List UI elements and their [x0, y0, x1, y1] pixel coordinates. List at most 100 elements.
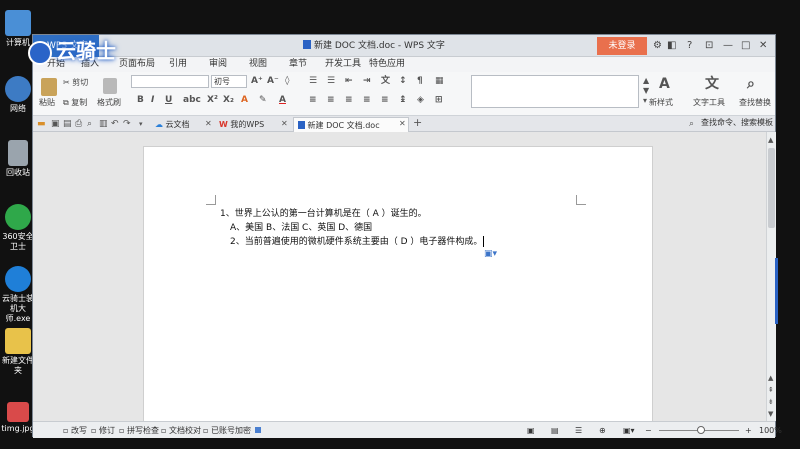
- format-painter-icon[interactable]: [103, 78, 117, 94]
- grow-font-icon[interactable]: A⁺: [251, 75, 263, 87]
- status-proofread[interactable]: ▫ 文档校对: [161, 422, 201, 439]
- highlight-icon[interactable]: ✎: [259, 94, 267, 106]
- underline-icon[interactable]: U: [165, 94, 172, 106]
- page-down-icon[interactable]: ⇟: [768, 396, 774, 408]
- desktop-icon-360[interactable]: 360安全卫士: [0, 204, 36, 252]
- find-replace-icon[interactable]: ⌕: [747, 77, 755, 91]
- tab-close-icon[interactable]: ✕: [399, 118, 406, 130]
- menu-developer[interactable]: 开发工具: [325, 57, 361, 72]
- status-encryption[interactable]: ▫ 已账号加密: [203, 422, 251, 439]
- settings-icon[interactable]: ⚙: [653, 35, 662, 57]
- increase-indent-icon[interactable]: ⇥: [363, 75, 371, 87]
- view-page-icon[interactable]: ▣: [527, 422, 535, 439]
- desktop-icon-network[interactable]: 网络: [0, 76, 36, 114]
- view-web-icon[interactable]: ⊕: [599, 422, 606, 439]
- macro-icon[interactable]: [255, 427, 261, 433]
- decrease-indent-icon[interactable]: ⇤: [345, 75, 353, 87]
- justify-icon[interactable]: ≡: [363, 94, 371, 106]
- save-icon[interactable]: ▣: [51, 118, 60, 130]
- save-as-icon[interactable]: ▤: [63, 118, 72, 130]
- borders-icon[interactable]: ▦: [435, 75, 444, 87]
- menu-view[interactable]: 视图: [249, 57, 267, 72]
- cut-button[interactable]: ✂ 剪切: [63, 78, 88, 88]
- maximize-button[interactable]: □: [741, 35, 750, 57]
- menu-chapter[interactable]: 章节: [289, 57, 307, 72]
- shading-icon[interactable]: ◈: [417, 94, 424, 106]
- font-name-select[interactable]: [131, 75, 209, 88]
- tab-close-icon[interactable]: ✕: [205, 118, 212, 130]
- text-tools-icon[interactable]: 文: [705, 77, 719, 91]
- scroll-up-icon[interactable]: ▲: [768, 134, 773, 146]
- undo-icon[interactable]: ↶: [111, 118, 119, 130]
- quick-access-dropdown-icon[interactable]: ▾: [139, 118, 143, 130]
- view-outline-icon[interactable]: ☰: [575, 422, 582, 439]
- close-button[interactable]: ✕: [759, 35, 767, 57]
- help-icon[interactable]: ?: [687, 35, 692, 57]
- numbered-list-icon[interactable]: ☰: [327, 75, 335, 87]
- border-select-icon[interactable]: ⊞: [435, 94, 443, 106]
- redo-icon[interactable]: ↷: [123, 118, 131, 130]
- question-line-2[interactable]: 2、当前普遍使用的微机硬件系统主要由（ D ）电子器件构成。: [230, 236, 482, 248]
- zoom-level[interactable]: 100%: [759, 422, 782, 439]
- scroll-thumb[interactable]: [768, 148, 775, 228]
- paste-options-icon[interactable]: ▣▾: [484, 249, 497, 259]
- login-button[interactable]: 未登录: [597, 37, 647, 55]
- menu-features[interactable]: 特色应用: [369, 57, 405, 72]
- new-tab-button[interactable]: +: [413, 117, 422, 129]
- tab-close-icon[interactable]: ✕: [281, 118, 288, 130]
- zoom-in-icon[interactable]: +: [745, 422, 752, 439]
- menu-review[interactable]: 审阅: [209, 57, 227, 72]
- skin-icon[interactable]: ◧: [667, 35, 676, 57]
- side-panel-toggle[interactable]: [775, 258, 778, 324]
- align-right-icon[interactable]: ≡: [345, 94, 353, 106]
- bullet-list-icon[interactable]: ☰: [309, 75, 317, 87]
- shrink-font-icon[interactable]: A⁻: [267, 75, 279, 87]
- copy-button[interactable]: ⧉ 复制: [63, 98, 87, 108]
- tab-my-wps[interactable]: W 我的WPS: [215, 117, 287, 132]
- style-gallery-more-icon[interactable]: ▾: [643, 95, 647, 107]
- font-color-icon[interactable]: A: [279, 94, 286, 106]
- align-center-icon[interactable]: ≡: [327, 94, 335, 106]
- new-style-icon[interactable]: A: [659, 77, 670, 91]
- zoom-out-icon[interactable]: −: [645, 422, 652, 439]
- text-tools-label[interactable]: 文字工具: [693, 98, 725, 108]
- scroll-down-icon[interactable]: ▼: [768, 408, 773, 420]
- open-folder-icon[interactable]: ▬: [37, 118, 46, 130]
- sort-icon[interactable]: ↕: [399, 75, 407, 87]
- status-overwrite[interactable]: ▫ 改写: [63, 422, 87, 439]
- distribute-icon[interactable]: ≡: [381, 94, 389, 106]
- page-up-icon[interactable]: ⇞: [768, 384, 774, 396]
- desktop-icon-recycle-bin[interactable]: 回收站: [0, 140, 36, 178]
- show-marks-icon[interactable]: ¶: [417, 75, 423, 87]
- superscript-icon[interactable]: X²: [207, 94, 218, 106]
- line-spacing-icon[interactable]: ↨: [399, 94, 407, 106]
- style-gallery[interactable]: [471, 75, 639, 108]
- minimize-button[interactable]: —: [723, 35, 733, 57]
- status-spell-check[interactable]: ▫ 拼写检查: [119, 422, 159, 439]
- menu-page-layout[interactable]: 页面布局: [119, 57, 155, 72]
- desktop-icon-yunqishi[interactable]: 云骑士装机大师.exe: [0, 266, 36, 324]
- new-style-label[interactable]: 新样式: [649, 98, 673, 108]
- subscript-icon[interactable]: X₂: [223, 94, 234, 106]
- tab-document[interactable]: 新建 DOC 文档.doc: [293, 117, 409, 132]
- view-read-icon[interactable]: ▤: [551, 422, 559, 439]
- export-pdf-icon[interactable]: ▥: [99, 118, 108, 130]
- print-icon[interactable]: ⎙: [75, 118, 82, 130]
- paste-icon[interactable]: [41, 78, 57, 96]
- command-search-input[interactable]: 查找命令、搜索模板: [701, 115, 773, 131]
- bold-icon[interactable]: B: [137, 94, 144, 106]
- align-left-icon[interactable]: ≡: [309, 94, 317, 106]
- zoom-slider-thumb[interactable]: [697, 426, 705, 434]
- font-size-select[interactable]: 初号: [211, 75, 247, 88]
- menu-references[interactable]: 引用: [169, 57, 187, 72]
- tab-cloud-docs[interactable]: ☁ 云文档: [151, 117, 213, 132]
- strikethrough-icon[interactable]: abc: [183, 94, 201, 106]
- scroll-up-icon[interactable]: ▲: [768, 372, 773, 384]
- italic-icon[interactable]: I: [151, 94, 154, 106]
- text-effect-icon[interactable]: A: [241, 94, 248, 106]
- document-page[interactable]: 1、世界上公认的第一台计算机是在（ A ）诞生的。 A、美国 B、法国 C、英国…: [143, 146, 653, 426]
- chinese-layout-icon[interactable]: 文: [381, 75, 390, 87]
- paste-label[interactable]: 粘贴: [39, 98, 55, 108]
- find-replace-label[interactable]: 查找替换: [739, 98, 777, 108]
- view-mode-dropdown-icon[interactable]: ▣▾: [623, 422, 635, 439]
